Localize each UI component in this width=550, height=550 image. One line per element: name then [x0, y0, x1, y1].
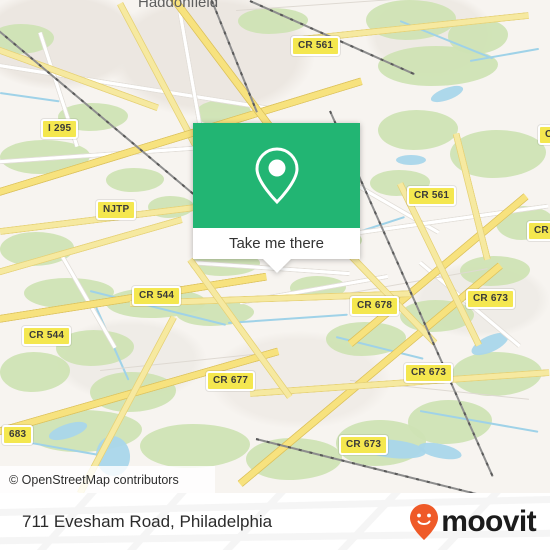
road-shield-683: 683	[2, 425, 34, 445]
road-shield-cr678: CR 678	[350, 296, 400, 316]
road-shield-cr673-south: CR 673	[339, 435, 389, 455]
road-shield-cr544-west: CR 544	[22, 326, 72, 346]
map-screenshot: Haddonfield CR 561 I 295 CR 561 NJTP C C…	[0, 0, 550, 550]
map-pin-icon	[254, 146, 299, 204]
moovit-smiley-pin-icon	[410, 503, 439, 540]
moovit-logo: moovit	[409, 493, 537, 550]
road-shield-edge-c: C	[538, 125, 550, 145]
map-canvas[interactable]: Haddonfield CR 561 I 295 CR 561 NJTP C C…	[0, 0, 550, 493]
road-shield-cr673-northeast: CR 673	[466, 289, 516, 309]
road-shield-njtp: NJTP	[96, 200, 137, 220]
take-me-there-label: Take me there	[228, 235, 325, 252]
lake	[396, 155, 426, 165]
popup-icon-panel	[193, 123, 360, 228]
attribution-bar: © OpenStreetMap contributors	[0, 466, 215, 493]
road-shield-cr544-center: CR 544	[132, 286, 182, 306]
attribution-text: © OpenStreetMap contributors	[9, 472, 179, 487]
popup-action-bar[interactable]: Take me there	[193, 228, 360, 259]
destination-popup[interactable]: Take me there	[193, 123, 360, 273]
place-label-haddonfield: Haddonfield	[138, 0, 219, 11]
moovit-wordmark: moovit	[441, 504, 536, 538]
road-shield-cr561-north: CR 561	[291, 36, 341, 56]
road-shield-cr677: CR 677	[206, 371, 256, 391]
popup-tail	[262, 259, 291, 273]
road-shield-cr561-east: CR 561	[407, 186, 457, 206]
road-shield-edge-cr6: CR 6	[527, 221, 550, 241]
road-shield-cr673-center: CR 673	[404, 363, 454, 383]
road-shield-i295: I 295	[41, 119, 79, 139]
footer-bar: 711 Evesham Road, Philadelphia moovit	[0, 493, 550, 550]
address-label: 711 Evesham Road, Philadelphia	[22, 511, 273, 531]
